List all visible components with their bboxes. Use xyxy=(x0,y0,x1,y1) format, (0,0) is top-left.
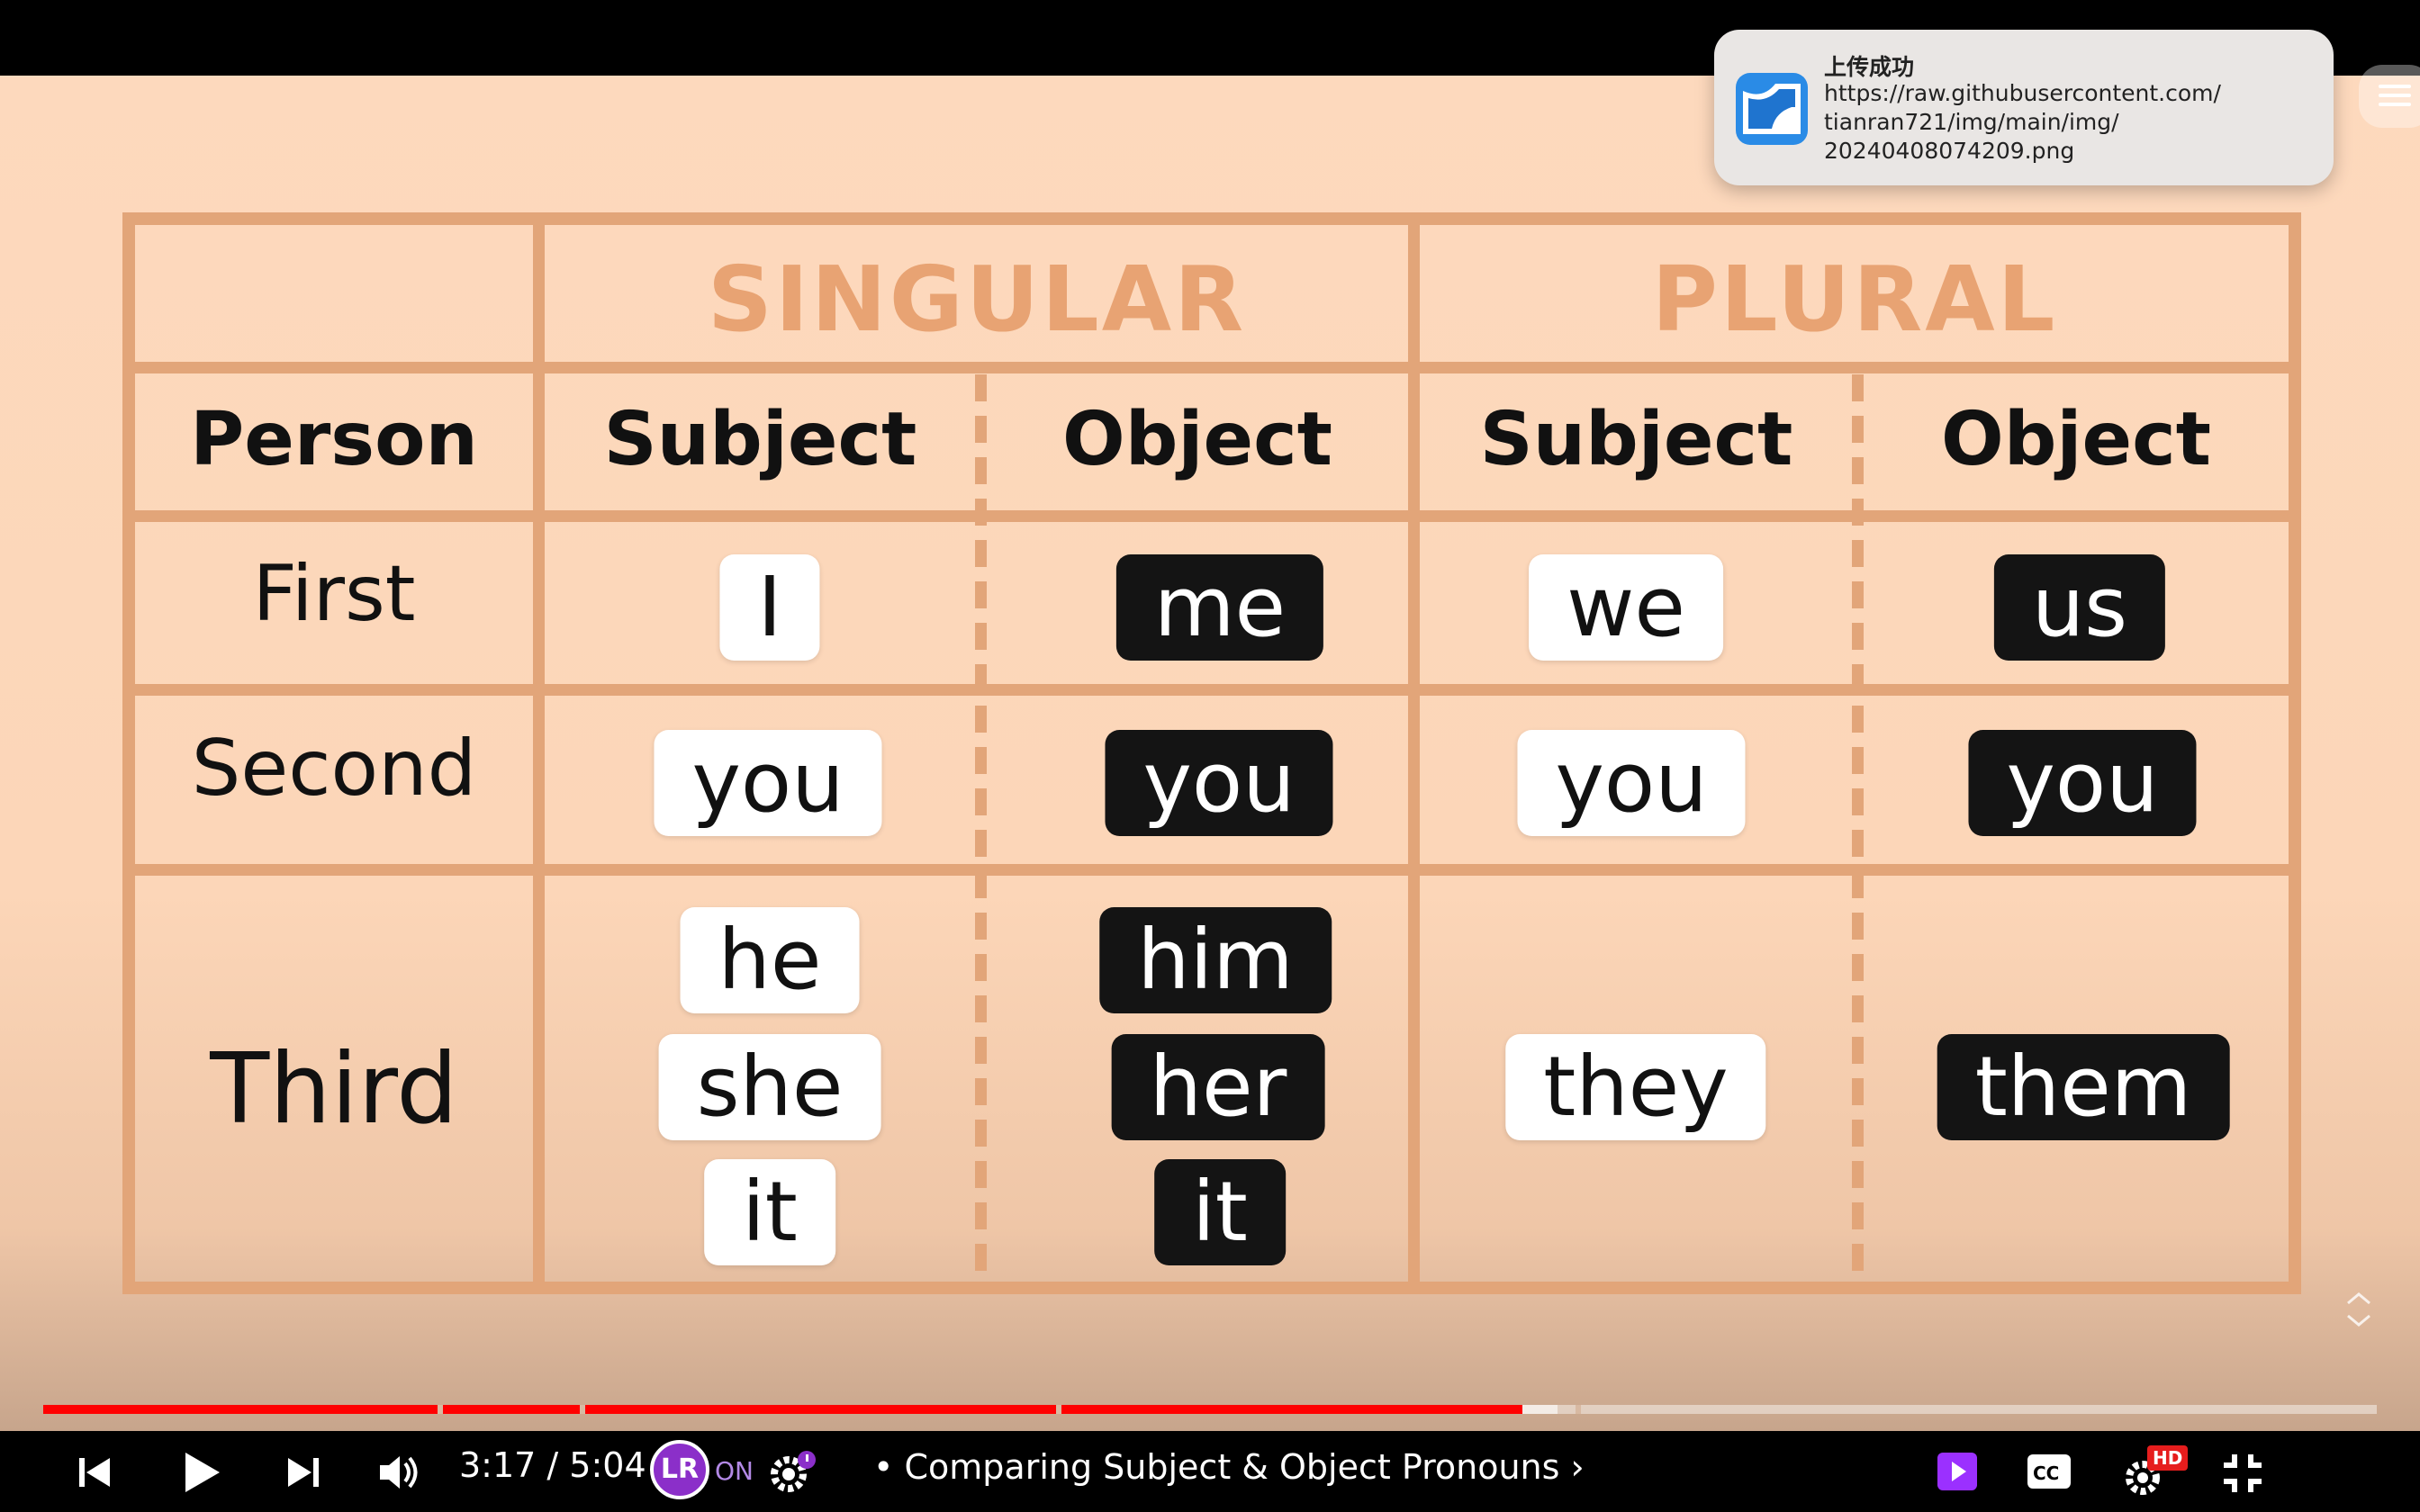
progress-bar[interactable] xyxy=(43,1405,2377,1414)
table-vline-1 xyxy=(533,212,545,1294)
progress-played xyxy=(43,1405,1523,1414)
group-header-plural: PLURAL xyxy=(1651,247,2058,352)
exit-fullscreen-icon[interactable] xyxy=(2220,1451,2265,1496)
language-reactor-status: ON xyxy=(715,1456,754,1486)
table-dash-plural xyxy=(1852,374,1864,1292)
pronoun-chip: you xyxy=(654,730,882,836)
captions-icon[interactable]: CC xyxy=(2026,1453,2072,1490)
table-divider-2 xyxy=(122,510,2301,522)
play-icon[interactable] xyxy=(180,1449,223,1496)
menu-icon[interactable] xyxy=(2359,65,2420,128)
column-header-person: Person xyxy=(190,397,478,482)
row-header-second: Second xyxy=(191,724,477,814)
notification-text: https://raw.githubusercontent.com/ xyxy=(1824,80,2221,106)
language-reactor-badge[interactable]: LR xyxy=(650,1440,709,1499)
player-controls: 3:17 / 5:04 LR ON • Comparing Subject & … xyxy=(0,1431,2420,1512)
pronoun-chip: he xyxy=(680,907,860,1013)
scroll-chevrons-icon[interactable] xyxy=(2341,1287,2377,1332)
pronoun-chip: you xyxy=(1517,730,1746,836)
pronoun-chip: we xyxy=(1529,554,1723,661)
column-header-singular-subject: Subject xyxy=(603,397,917,482)
chapter-marker xyxy=(438,1405,443,1414)
pronoun-chip: us xyxy=(1993,554,2166,661)
video-frame[interactable]: SINGULAR PLURAL Person Subject Object Su… xyxy=(0,76,2420,1431)
svg-text:CC: CC xyxy=(2033,1462,2059,1484)
settings-icon[interactable] xyxy=(767,1449,817,1496)
next-icon[interactable] xyxy=(284,1453,324,1492)
pronoun-chip: it xyxy=(1154,1159,1286,1265)
pronoun-chip: it xyxy=(704,1159,835,1265)
table-vline-2 xyxy=(1408,212,1420,1294)
pronoun-chip: she xyxy=(658,1034,881,1140)
column-header-plural-subject: Subject xyxy=(1479,397,1793,482)
table-divider-4 xyxy=(122,864,2301,876)
previous-icon[interactable] xyxy=(74,1453,113,1492)
chapter-marker xyxy=(580,1405,585,1414)
pronoun-chip: they xyxy=(1505,1034,1766,1140)
time-display: 3:17 / 5:04 xyxy=(459,1445,646,1485)
image-upload-app-icon xyxy=(1736,73,1808,145)
pronoun-chip: them xyxy=(1937,1034,2230,1140)
notification-text: tianran721/img/main/img/ xyxy=(1824,109,2119,135)
column-header-plural-object: Object xyxy=(1941,397,2211,482)
row-header-first: First xyxy=(252,549,416,639)
table-dash-singular xyxy=(975,374,987,1292)
miniplayer-icon[interactable] xyxy=(1936,1451,1979,1492)
pronoun-chip: you xyxy=(1968,730,2197,836)
chapter-title[interactable]: • Comparing Subject & Object Pronouns › xyxy=(873,1447,1585,1487)
column-header-singular-object: Object xyxy=(1062,397,1332,482)
chapter-marker xyxy=(1056,1405,1061,1414)
chapter-marker xyxy=(1576,1405,1581,1414)
upload-success-notification[interactable]: 上传成功 https://raw.githubusercontent.com/ … xyxy=(1714,30,2334,185)
pronoun-chip: you xyxy=(1105,730,1333,836)
pronoun-chip: I xyxy=(719,554,820,661)
group-header-singular: SINGULAR xyxy=(707,247,1247,352)
notification-title: 上传成功 xyxy=(1824,54,1915,80)
pronoun-chip: her xyxy=(1111,1034,1325,1140)
table-divider-1 xyxy=(122,362,2301,374)
pronoun-chip: me xyxy=(1115,554,1324,661)
volume-icon[interactable] xyxy=(376,1451,421,1494)
table-divider-3 xyxy=(122,684,2301,696)
notification-text: 20240408074209.png xyxy=(1824,138,2075,164)
row-header-third: Third xyxy=(210,1033,458,1146)
pronoun-chip: him xyxy=(1099,907,1332,1013)
hd-badge: HD xyxy=(2147,1445,2189,1471)
